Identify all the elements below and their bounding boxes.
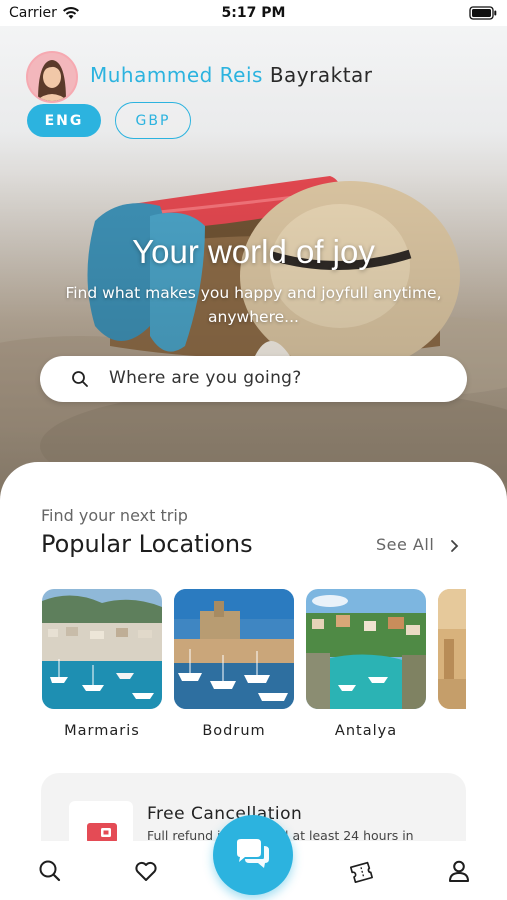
hero-title: Your world of joy xyxy=(132,233,375,270)
antalya-photo xyxy=(306,589,426,709)
battery-icon xyxy=(469,6,497,20)
location-card-marmaris[interactable]: Marmaris xyxy=(42,589,162,739)
see-all-link[interactable]: See All xyxy=(376,535,434,554)
marmaris-photo xyxy=(42,589,162,709)
location-image xyxy=(306,589,426,709)
location-card-peek[interactable] xyxy=(438,589,466,709)
clock: 5:17 PM xyxy=(221,5,286,21)
search-placeholder: Where are you going? xyxy=(109,368,302,388)
tab-heart-icon[interactable] xyxy=(133,858,159,884)
avatar[interactable] xyxy=(26,51,78,103)
location-name: Antalya xyxy=(334,723,398,739)
user-name: Muhammed Reis Bayraktar xyxy=(90,63,373,87)
avatar-photo xyxy=(28,53,76,101)
location-image xyxy=(174,589,294,709)
tab-tickets-icon[interactable] xyxy=(348,858,374,884)
chat-icon xyxy=(237,839,269,868)
location-name: Bodrum xyxy=(202,723,266,739)
hero-subtitle: Find what makes you happy and joyfull an… xyxy=(65,284,442,326)
currency-button[interactable]: GBP xyxy=(115,102,191,139)
next-location-photo xyxy=(438,589,466,709)
language-button[interactable]: ENG xyxy=(27,104,101,137)
chevron-right-icon[interactable] xyxy=(449,539,459,553)
user-first-name: Muhammed Reis xyxy=(90,63,263,87)
promo-title: Free Cancellation xyxy=(147,804,303,824)
search-icon xyxy=(72,371,88,387)
ticket-icon xyxy=(87,823,117,843)
hero-banner: Muhammed Reis Bayraktar ENG GBP Your wor… xyxy=(0,26,507,506)
bodrum-photo xyxy=(174,589,294,709)
tab-profile-icon[interactable] xyxy=(446,858,472,884)
location-name: Marmaris xyxy=(64,723,140,739)
user-last-name: Bayraktar xyxy=(269,63,373,87)
search-input[interactable]: Where are you going? xyxy=(40,356,467,402)
chat-button[interactable] xyxy=(213,815,293,895)
location-card-antalya[interactable]: Antalya xyxy=(306,589,426,739)
status-bar: Carrier 5:17 PM xyxy=(0,0,507,26)
tab-search-icon[interactable] xyxy=(37,858,63,884)
location-card-bodrum[interactable]: Bodrum xyxy=(174,589,294,739)
section-title: Popular Locations xyxy=(41,530,253,558)
section-subtitle: Find your next trip xyxy=(41,506,188,525)
location-image xyxy=(42,589,162,709)
